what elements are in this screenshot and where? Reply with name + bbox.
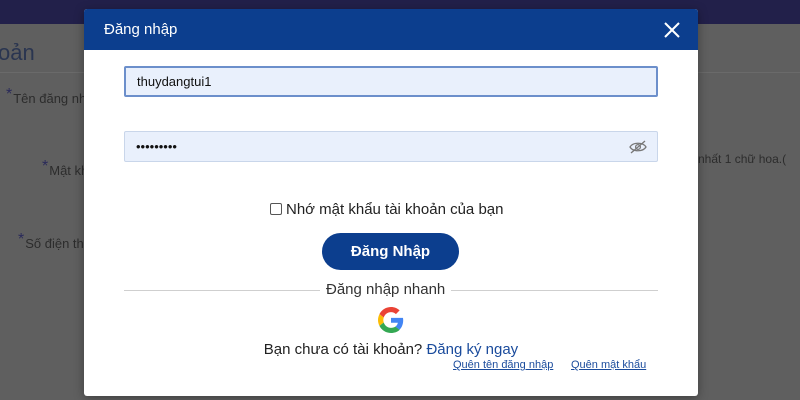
signup-link[interactable]: Đăng ký ngay <box>426 341 518 358</box>
forgot-username-link[interactable]: Quên tên đăng nhập <box>453 359 553 371</box>
close-button[interactable] <box>660 18 684 42</box>
login-modal: Đăng nhập Nhớ mật khẩu tài khoản của bạn… <box>84 9 698 396</box>
signup-prompt: Bạn chưa có tài khoản? <box>263 341 423 358</box>
background-page-title: oản <box>0 40 35 65</box>
login-button[interactable]: Đăng Nhập <box>322 233 459 270</box>
background-password-hint: nhất 1 chữ hoa.( <box>698 152 787 166</box>
background-label-phone: *Số điện th <box>18 231 84 251</box>
forgot-password-link[interactable]: Quên mật khẩu <box>571 359 646 371</box>
modal-header: Đăng nhập <box>84 9 698 50</box>
toggle-password-visibility-button[interactable] <box>629 140 647 154</box>
google-login-button[interactable] <box>378 307 404 333</box>
modal-title: Đăng nhập <box>104 21 178 38</box>
remember-password-label: Nhớ mật khẩu tài khoản của bạn <box>286 200 504 218</box>
username-input[interactable] <box>124 66 658 97</box>
quick-login-label: Đăng nhập nhanh <box>320 281 452 298</box>
signup-row: Bạn chưa có tài khoản? Đăng ký ngay <box>84 341 698 358</box>
google-icon <box>378 307 404 333</box>
eye-slash-icon <box>629 140 647 154</box>
close-icon <box>664 22 680 38</box>
background-label-username: *Tên đăng nh <box>6 86 87 106</box>
remember-password[interactable]: Nhớ mật khẩu tài khoản của bạn <box>270 200 503 218</box>
background-label-password: *Mật kh <box>42 158 89 178</box>
password-input[interactable] <box>124 131 658 162</box>
remember-password-checkbox[interactable] <box>270 203 282 215</box>
